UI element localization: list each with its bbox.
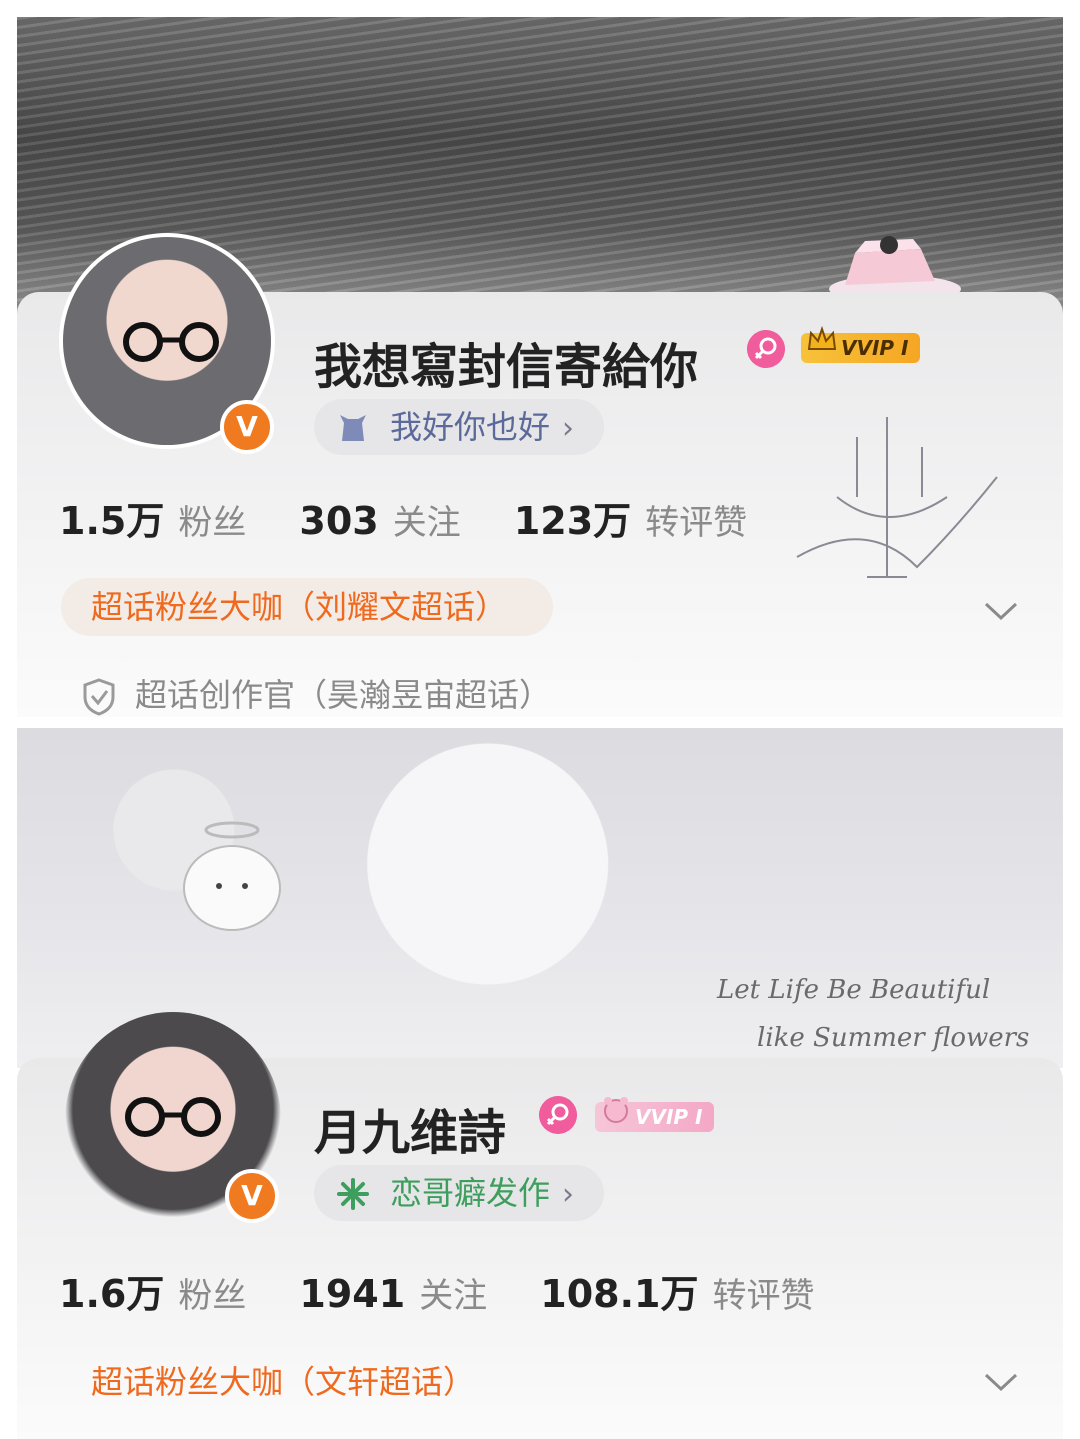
chevron-right-icon: › (562, 411, 575, 446)
vip-label: VVIP I (635, 1105, 703, 1129)
stat-following[interactable]: 1941 关注 (299, 1268, 487, 1317)
chevron-down-icon[interactable] (983, 1370, 1019, 1394)
stat-fans[interactable]: 1.5万 粉丝 (59, 490, 246, 545)
profile-name: 我想寫封信寄給你 (314, 339, 699, 395)
chevron-down-icon[interactable] (983, 599, 1019, 623)
cat-tag-icon (340, 415, 366, 441)
verified-icon: V (220, 400, 274, 454)
profile-name: 月九维詩 (314, 1105, 507, 1161)
super-topic-fan-badge[interactable]: 超话粉丝大咖（刘耀文超话） (61, 578, 554, 636)
female-icon (539, 1096, 577, 1134)
glasses-icon (123, 322, 219, 362)
stat-reposts-likes[interactable]: 108.1万 转评赞 (540, 1263, 814, 1318)
stats-row: 1.6万 粉丝 1941 关注 108.1万 转评赞 (59, 1263, 862, 1318)
profile-card-2: Let Life Be Beautiful like Summer flower… (17, 728, 1063, 1439)
stat-reposts-likes[interactable]: 123万 转评赞 (514, 490, 747, 545)
stat-following[interactable]: 303 关注 (299, 495, 460, 544)
personal-tag-label: 恋哥癖发作 (390, 1174, 551, 1212)
verified-icon: V (225, 1169, 279, 1223)
super-topic-creator[interactable]: 超话创作官（昊瀚昱宙超话） (81, 670, 551, 717)
stats-row: 1.5万 粉丝 303 关注 123万 转评赞 (59, 490, 795, 545)
vip-badge[interactable]: VVIP I (595, 1097, 715, 1132)
shield-check-icon (83, 678, 115, 716)
bear-vip-icon (604, 1097, 628, 1123)
vip-label: VVIP I (841, 336, 909, 360)
personal-tag[interactable]: 恋哥癖发作 › (314, 1165, 605, 1221)
vip-badge[interactable]: VVIP I (801, 325, 921, 363)
stat-fans[interactable]: 1.6万 粉丝 (59, 1263, 246, 1318)
personal-tag[interactable]: 我好你也好 › (314, 399, 605, 455)
profile-card-1: V 我想寫封信寄給你 VVIP I 我好你也好 › 1.5万 粉丝 303 关注 12… (17, 17, 1063, 717)
crown-icon (807, 325, 837, 350)
sparkle-tag-icon (337, 1178, 369, 1210)
female-icon (747, 330, 785, 368)
chevron-right-icon: › (562, 1177, 575, 1212)
super-topic-fan-badge[interactable]: 超话粉丝大咖（文轩超话） (61, 1353, 521, 1411)
creator-label: 超话创作官（昊瀚昱宙超话） (135, 676, 552, 714)
glasses-icon (125, 1097, 221, 1137)
personal-tag-label: 我好你也好 (390, 408, 551, 446)
